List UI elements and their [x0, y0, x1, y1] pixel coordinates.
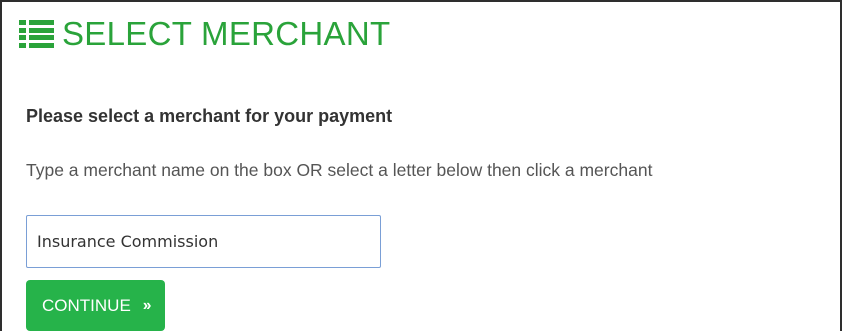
instructions-text: Type a merchant name on the box OR selec… [26, 160, 653, 180]
page-header: SELECT MERCHANT [19, 14, 390, 54]
list-icon [19, 20, 54, 48]
continue-button-label: CONTINUE [42, 295, 131, 315]
page-title: SELECT MERCHANT [62, 15, 391, 52]
double-chevron-right-icon: ›› [142, 296, 152, 314]
merchant-search-input[interactable] [26, 215, 381, 268]
continue-button[interactable]: CONTINUE ›› [26, 280, 166, 331]
subheading: Please select a merchant for your paymen… [26, 106, 393, 126]
